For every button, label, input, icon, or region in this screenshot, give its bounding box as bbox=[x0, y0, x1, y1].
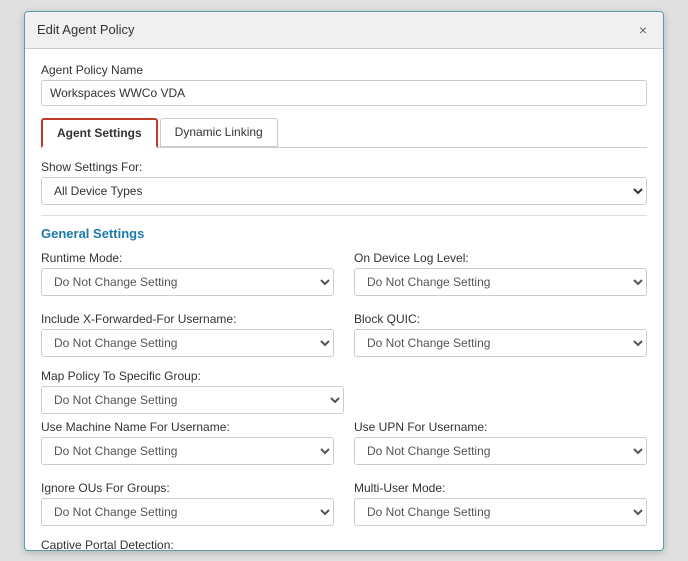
ignore-ous-select[interactable]: Do Not Change Setting bbox=[41, 498, 334, 526]
include-x-forwarded-select[interactable]: Do Not Change Setting bbox=[41, 329, 334, 357]
agent-policy-name-input[interactable] bbox=[41, 80, 647, 106]
show-settings-for-label: Show Settings For: bbox=[41, 160, 647, 174]
block-quic-group: Block QUIC: Do Not Change Setting bbox=[354, 312, 647, 357]
ignore-ous-label: Ignore OUs For Groups: bbox=[41, 481, 334, 495]
agent-policy-name-label: Agent Policy Name bbox=[41, 63, 647, 77]
on-device-log-level-select[interactable]: Do Not Change Setting bbox=[354, 268, 647, 296]
runtime-mode-select[interactable]: Do Not Change Setting bbox=[41, 268, 334, 296]
use-upn-select[interactable]: Do Not Change Setting bbox=[354, 437, 647, 465]
modal-title: Edit Agent Policy bbox=[37, 22, 135, 37]
captive-portal-group: Captive Portal Detection: Do Not Change … bbox=[41, 538, 647, 550]
use-upn-group: Use UPN For Username: Do Not Change Sett… bbox=[354, 420, 647, 465]
on-device-log-level-label: On Device Log Level: bbox=[354, 251, 647, 265]
use-machine-name-select[interactable]: Do Not Change Setting bbox=[41, 437, 334, 465]
use-machine-name-label: Use Machine Name For Username: bbox=[41, 420, 334, 434]
captive-portal-label: Captive Portal Detection: bbox=[41, 538, 647, 550]
settings-grid: Runtime Mode: Do Not Change Setting On D… bbox=[41, 251, 647, 363]
agent-policy-name-row: Agent Policy Name bbox=[41, 63, 647, 106]
include-x-forwarded-label: Include X-Forwarded-For Username: bbox=[41, 312, 334, 326]
block-quic-label: Block QUIC: bbox=[354, 312, 647, 326]
map-policy-select[interactable]: Do Not Change Setting bbox=[41, 386, 344, 414]
edit-agent-policy-modal: Edit Agent Policy × Agent Policy Name Ag… bbox=[24, 11, 664, 551]
multi-user-mode-group: Multi-User Mode: Do Not Change Setting bbox=[354, 481, 647, 526]
tab-agent-settings[interactable]: Agent Settings bbox=[41, 118, 158, 148]
modal-body: Agent Policy Name Agent Settings Dynamic… bbox=[25, 49, 663, 550]
show-settings-for-row: Show Settings For: All Device Types bbox=[41, 160, 647, 205]
map-policy-label: Map Policy To Specific Group: bbox=[41, 369, 647, 383]
multi-user-mode-select[interactable]: Do Not Change Setting bbox=[354, 498, 647, 526]
runtime-mode-label: Runtime Mode: bbox=[41, 251, 334, 265]
use-machine-name-group: Use Machine Name For Username: Do Not Ch… bbox=[41, 420, 334, 465]
use-upn-label: Use UPN For Username: bbox=[354, 420, 647, 434]
show-settings-for-select[interactable]: All Device Types bbox=[41, 177, 647, 205]
runtime-mode-group: Runtime Mode: Do Not Change Setting bbox=[41, 251, 334, 296]
general-settings-title: General Settings bbox=[41, 226, 647, 241]
divider-1 bbox=[41, 215, 647, 216]
multi-user-mode-label: Multi-User Mode: bbox=[354, 481, 647, 495]
tabs-container: Agent Settings Dynamic Linking bbox=[41, 118, 647, 148]
close-button[interactable]: × bbox=[635, 20, 651, 40]
on-device-log-level-group: On Device Log Level: Do Not Change Setti… bbox=[354, 251, 647, 296]
tab-dynamic-linking[interactable]: Dynamic Linking bbox=[160, 118, 278, 147]
map-policy-group: Map Policy To Specific Group: Do Not Cha… bbox=[41, 369, 647, 414]
block-quic-select[interactable]: Do Not Change Setting bbox=[354, 329, 647, 357]
include-x-forwarded-group: Include X-Forwarded-For Username: Do Not… bbox=[41, 312, 334, 357]
modal-header: Edit Agent Policy × bbox=[25, 12, 663, 49]
ignore-ous-group: Ignore OUs For Groups: Do Not Change Set… bbox=[41, 481, 334, 526]
settings-grid-2: Use Machine Name For Username: Do Not Ch… bbox=[41, 420, 647, 532]
